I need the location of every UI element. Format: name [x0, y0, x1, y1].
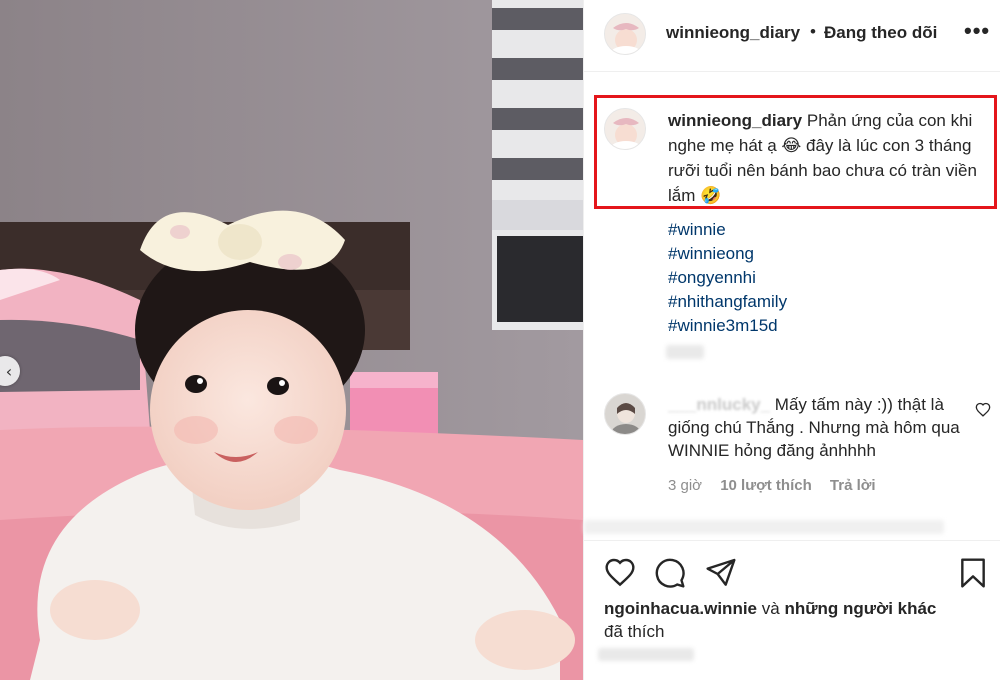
comment-likes[interactable]: 10 lượt thích: [720, 477, 812, 494]
commenter-avatar[interactable]: [604, 393, 646, 435]
baby-avatar-icon: [605, 109, 645, 149]
more-options-icon[interactable]: •••: [964, 18, 990, 44]
blurred-post-time: [598, 648, 694, 661]
share-icon[interactable]: [705, 557, 737, 587]
caption-avatar[interactable]: [604, 108, 646, 150]
heart-icon[interactable]: [604, 557, 636, 587]
following-button[interactable]: Đang theo dõi: [824, 23, 937, 43]
caption-username[interactable]: winnieong_diary: [668, 111, 802, 130]
separator-dot: •: [810, 22, 816, 41]
hashtag-link[interactable]: #winnie: [668, 218, 787, 242]
hashtag-link[interactable]: #winnieong: [668, 242, 787, 266]
reply-button[interactable]: Trả lời: [830, 477, 876, 494]
bookmark-icon[interactable]: [959, 557, 987, 589]
author-avatar[interactable]: [604, 13, 646, 55]
comment-text: ___nnlucky_ Mấy tấm này :)) thật là giốn…: [668, 393, 968, 462]
hashtag-link[interactable]: #winnie3m15d: [668, 314, 787, 338]
commenter-avatar-icon: [605, 394, 645, 434]
hashtag-link[interactable]: #nhithangfamily: [668, 290, 787, 314]
blurred-view-more: [584, 520, 944, 534]
post-sidebar: winnieong_diary • Đang theo dõi ••• winn…: [583, 0, 1000, 680]
action-bar: [584, 540, 1000, 592]
blurred-caption-time: [666, 345, 704, 359]
caption-text: winnieong_diary Phản ứng của con khi ngh…: [668, 108, 990, 208]
commenter-username[interactable]: ___nnlucky_: [668, 395, 770, 414]
post-photo[interactable]: ‹: [0, 0, 583, 680]
chevron-left-icon: ‹: [5, 361, 13, 381]
baby-photo-illustration: [0, 0, 583, 680]
post-header: winnieong_diary • Đang theo dõi •••: [584, 0, 1000, 72]
hashtag-link[interactable]: #ongyennhi: [668, 266, 787, 290]
comment-icon[interactable]: [654, 557, 686, 589]
comment-meta: 3 giờ 10 lượt thích Trả lời: [668, 477, 890, 494]
hashtag-list: #winnie #winnieong #ongyennhi #nhithangf…: [668, 218, 787, 338]
liker-username[interactable]: ngoinhacua.winnie: [604, 599, 757, 618]
likes-others-link[interactable]: những người khác: [784, 599, 936, 618]
likes-connector: và: [761, 599, 780, 618]
baby-avatar-icon: [605, 14, 645, 54]
like-comment-heart-icon[interactable]: [975, 402, 991, 417]
likes-suffix: đã thích: [604, 622, 665, 641]
comment-time: 3 giờ: [668, 477, 703, 494]
likes-summary: ngoinhacua.winnie và những người khác đã…: [604, 597, 984, 643]
author-username[interactable]: winnieong_diary: [666, 23, 800, 43]
